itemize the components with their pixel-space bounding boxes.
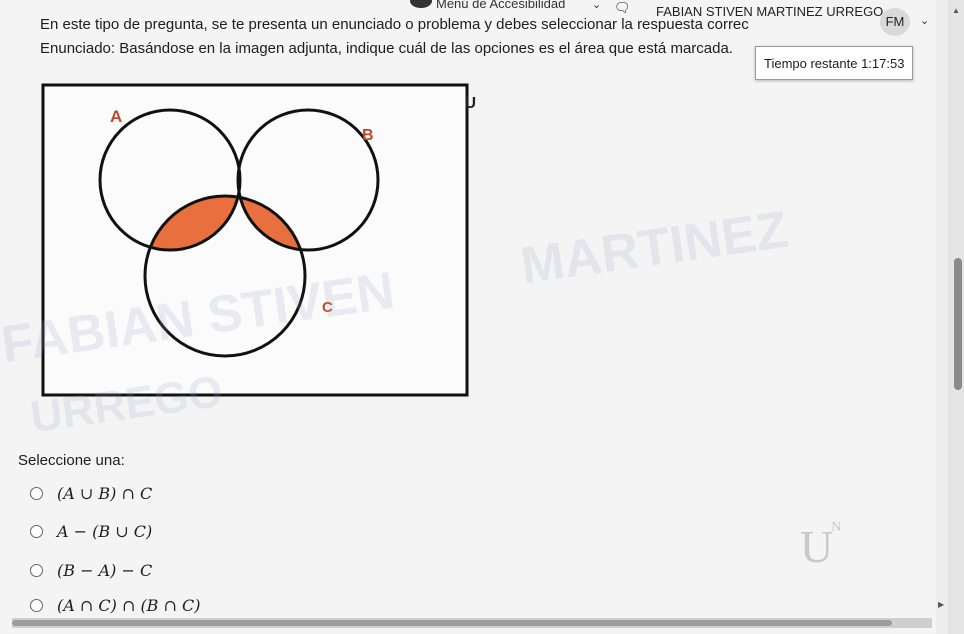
accessibility-menu[interactable]: Menú de Accesibilidad: [436, 0, 565, 11]
watermark-line: MARTINEZ: [517, 200, 792, 296]
timer-label: Tiempo restante: [764, 56, 858, 71]
message-icon[interactable]: 🗨: [614, 0, 631, 16]
select-prompt: Seleccione una:: [18, 452, 125, 469]
vertical-scrollbar[interactable]: ▲: [948, 0, 964, 634]
scroll-up-arrow-icon[interactable]: ▲: [952, 6, 960, 15]
radio-button[interactable]: [30, 486, 43, 500]
answer-option[interactable]: (A ∩ C) ∩ (B ∩ C): [30, 592, 201, 618]
radio-button[interactable]: [30, 598, 43, 612]
avatar[interactable]: FM: [880, 8, 910, 36]
quiz-page: Menú de Accesibilidad ⌄ 🗨 FABIAN STIVEN …: [0, 0, 936, 634]
answer-option[interactable]: A − (B ∪ C): [30, 518, 152, 544]
university-logo: UN: [800, 520, 841, 573]
user-menu-chevron-icon[interactable]: ⌄: [920, 14, 929, 27]
horizontal-scrollbar[interactable]: [12, 618, 932, 628]
answer-option[interactable]: (B − A) − C: [30, 557, 152, 583]
logo-letter: U: [800, 521, 833, 572]
question-intro: En este tipo de pregunta, se te presenta…: [40, 16, 749, 33]
universe-rect: [41, 83, 469, 397]
accessibility-icon[interactable]: [410, 0, 432, 8]
radio-button[interactable]: [30, 524, 43, 538]
logo-sup: N: [831, 520, 841, 535]
answer-option-text[interactable]: (A ∩ C) ∩ (B ∩ C): [57, 596, 201, 615]
timer-box: Tiempo restante 1:17:53: [755, 46, 913, 80]
set-a-label: A: [110, 107, 122, 126]
vertical-scroll-thumb[interactable]: [954, 258, 962, 390]
universe-label: U: [464, 95, 476, 112]
radio-button[interactable]: [30, 563, 43, 577]
horizontal-scroll-thumb[interactable]: [12, 620, 892, 626]
answer-option[interactable]: (A ∪ B) ∩ C: [30, 480, 152, 506]
set-c-label: C: [322, 299, 333, 316]
answer-option-text[interactable]: (B − A) − C: [57, 561, 152, 580]
chevron-down-icon[interactable]: ⌄: [592, 0, 601, 11]
timer-value: 1:17:53: [861, 56, 905, 71]
answer-option-text[interactable]: A − (B ∪ C): [57, 522, 152, 541]
venn-diagram: U A B C: [41, 83, 476, 397]
scroll-right-arrow-icon[interactable]: ▶: [938, 600, 944, 609]
question-statement: Enunciado: Basándose en la imagen adjunt…: [40, 40, 733, 57]
answer-option-text[interactable]: (A ∪ B) ∩ C: [57, 484, 152, 503]
set-b-label: B: [362, 127, 374, 144]
